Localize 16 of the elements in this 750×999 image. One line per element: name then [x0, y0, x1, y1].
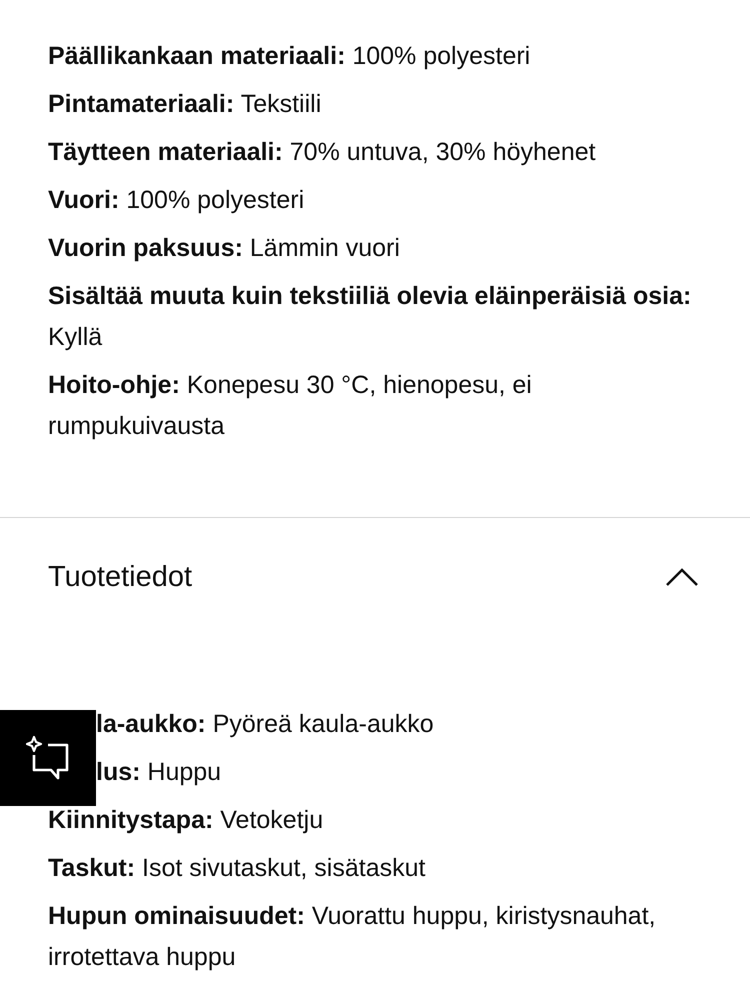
product-spec: Kiinnitystapa: Vetoketju — [48, 805, 324, 836]
chevron-up-icon — [666, 568, 698, 586]
material-spec: Vuorin paksuus: Lämmin vuori — [48, 233, 401, 264]
assistant-button[interactable] — [0, 710, 96, 806]
material-spec: Pintamateriaali: Tekstiili — [48, 89, 322, 120]
product-spec: lus: Huppu — [95, 757, 222, 788]
sparkle-chat-icon — [26, 735, 70, 781]
product-spec: Hupun ominaisuudet: Vuorattu huppu, kiristysnauhat, irrotettava huppu — [48, 901, 657, 973]
section-header[interactable]: Tuotetiedot — [0, 518, 750, 598]
material-spec: Vuori: 100% polyesteri — [48, 185, 306, 216]
product-spec: Taskut: Isot sivutaskut, sisätaskut — [48, 853, 426, 884]
material-spec: Täytteen materiaali: 70% untuva, 30% höyhenet — [48, 137, 597, 168]
material-spec: Hoito-ohje: Konepesu 30 °C, hienopesu, ei rumpukuivausta — [48, 370, 533, 442]
material-spec: Päällikankaan materiaali: 100% polyesteri — [48, 41, 532, 72]
material-spec: Sisältää muuta kuin tekstiiliä olevia eläinperäisiä osia: Kyllä — [48, 281, 692, 353]
product-spec: la-aukko: Pyöreä kaula-aukko — [95, 709, 435, 740]
